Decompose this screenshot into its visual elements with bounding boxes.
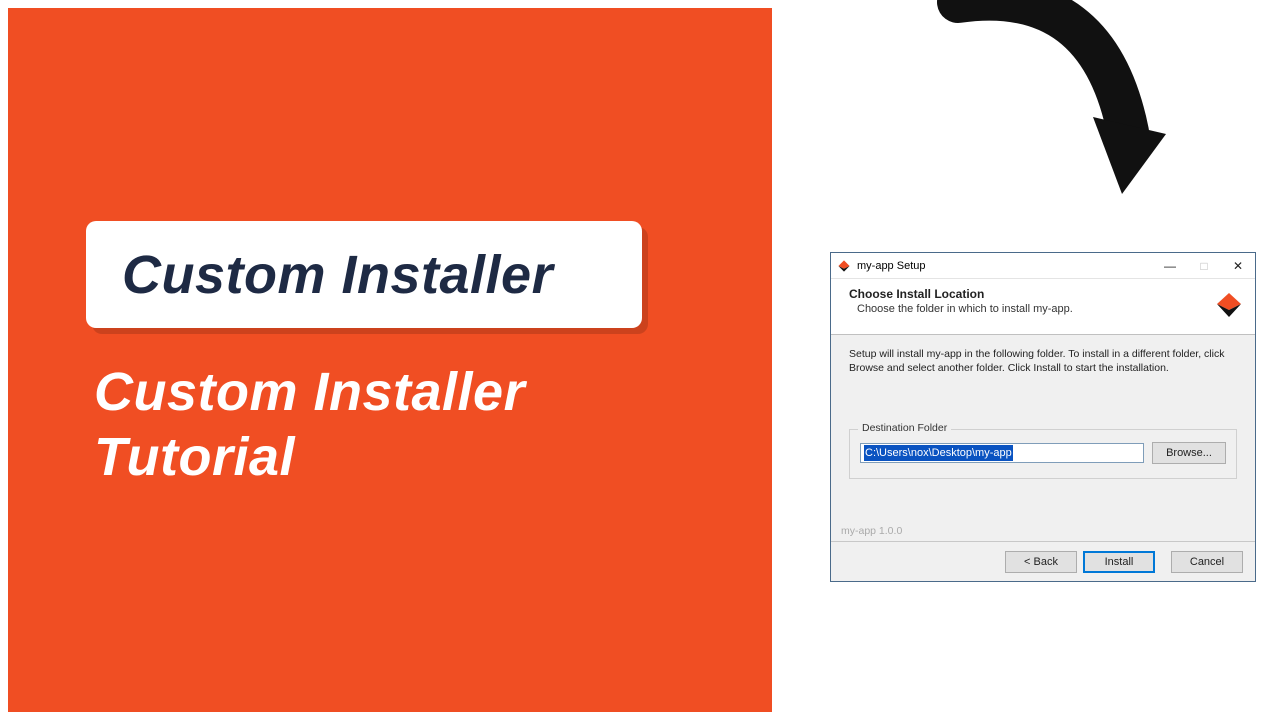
dialog-header-title: Choose Install Location: [845, 287, 1241, 301]
close-button[interactable]: ✕: [1221, 253, 1255, 278]
minimize-button[interactable]: —: [1153, 253, 1187, 278]
destination-path-input[interactable]: C:\Users\nox\Desktop\my-app: [860, 443, 1144, 463]
tutorial-subtitle: Custom Installer Tutorial: [94, 360, 525, 490]
destination-path-value: C:\Users\nox\Desktop\my-app: [864, 445, 1013, 461]
install-button[interactable]: Install: [1083, 551, 1155, 573]
dialog-header-subtitle: Choose the folder in which to install my…: [845, 303, 1241, 315]
dialog-header: Choose Install Location Choose the folde…: [831, 279, 1255, 335]
destination-folder-group: Destination Folder C:\Users\nox\Desktop\…: [849, 429, 1237, 479]
dialog-body: Setup will install my-app in the followi…: [831, 335, 1255, 479]
dialog-footer: < Back Install Cancel: [831, 541, 1255, 581]
tutorial-left-panel: Custom Installer Custom Installer Tutori…: [8, 8, 772, 712]
dialog-instructions: Setup will install my-app in the followi…: [849, 347, 1237, 375]
browse-button[interactable]: Browse...: [1152, 442, 1226, 464]
dialog-titlebar[interactable]: my-app Setup — □ ✕: [831, 253, 1255, 279]
title-card: Custom Installer: [86, 221, 642, 328]
app-icon-large: [1215, 291, 1243, 319]
destination-folder-legend: Destination Folder: [858, 422, 951, 434]
title-card-text: Custom Installer: [122, 244, 553, 306]
back-button[interactable]: < Back: [1005, 551, 1077, 573]
subtitle-line1: Custom Installer: [94, 362, 525, 422]
installer-dialog: my-app Setup — □ ✕ Choose Install Locati…: [830, 252, 1256, 582]
arrow-icon: [918, 0, 1188, 232]
app-icon: [837, 259, 851, 273]
dialog-version-label: my-app 1.0.0: [841, 525, 902, 537]
dialog-title: my-app Setup: [857, 260, 1153, 272]
cancel-button[interactable]: Cancel: [1171, 551, 1243, 573]
maximize-button: □: [1187, 253, 1221, 278]
subtitle-line2: Tutorial: [94, 427, 295, 487]
